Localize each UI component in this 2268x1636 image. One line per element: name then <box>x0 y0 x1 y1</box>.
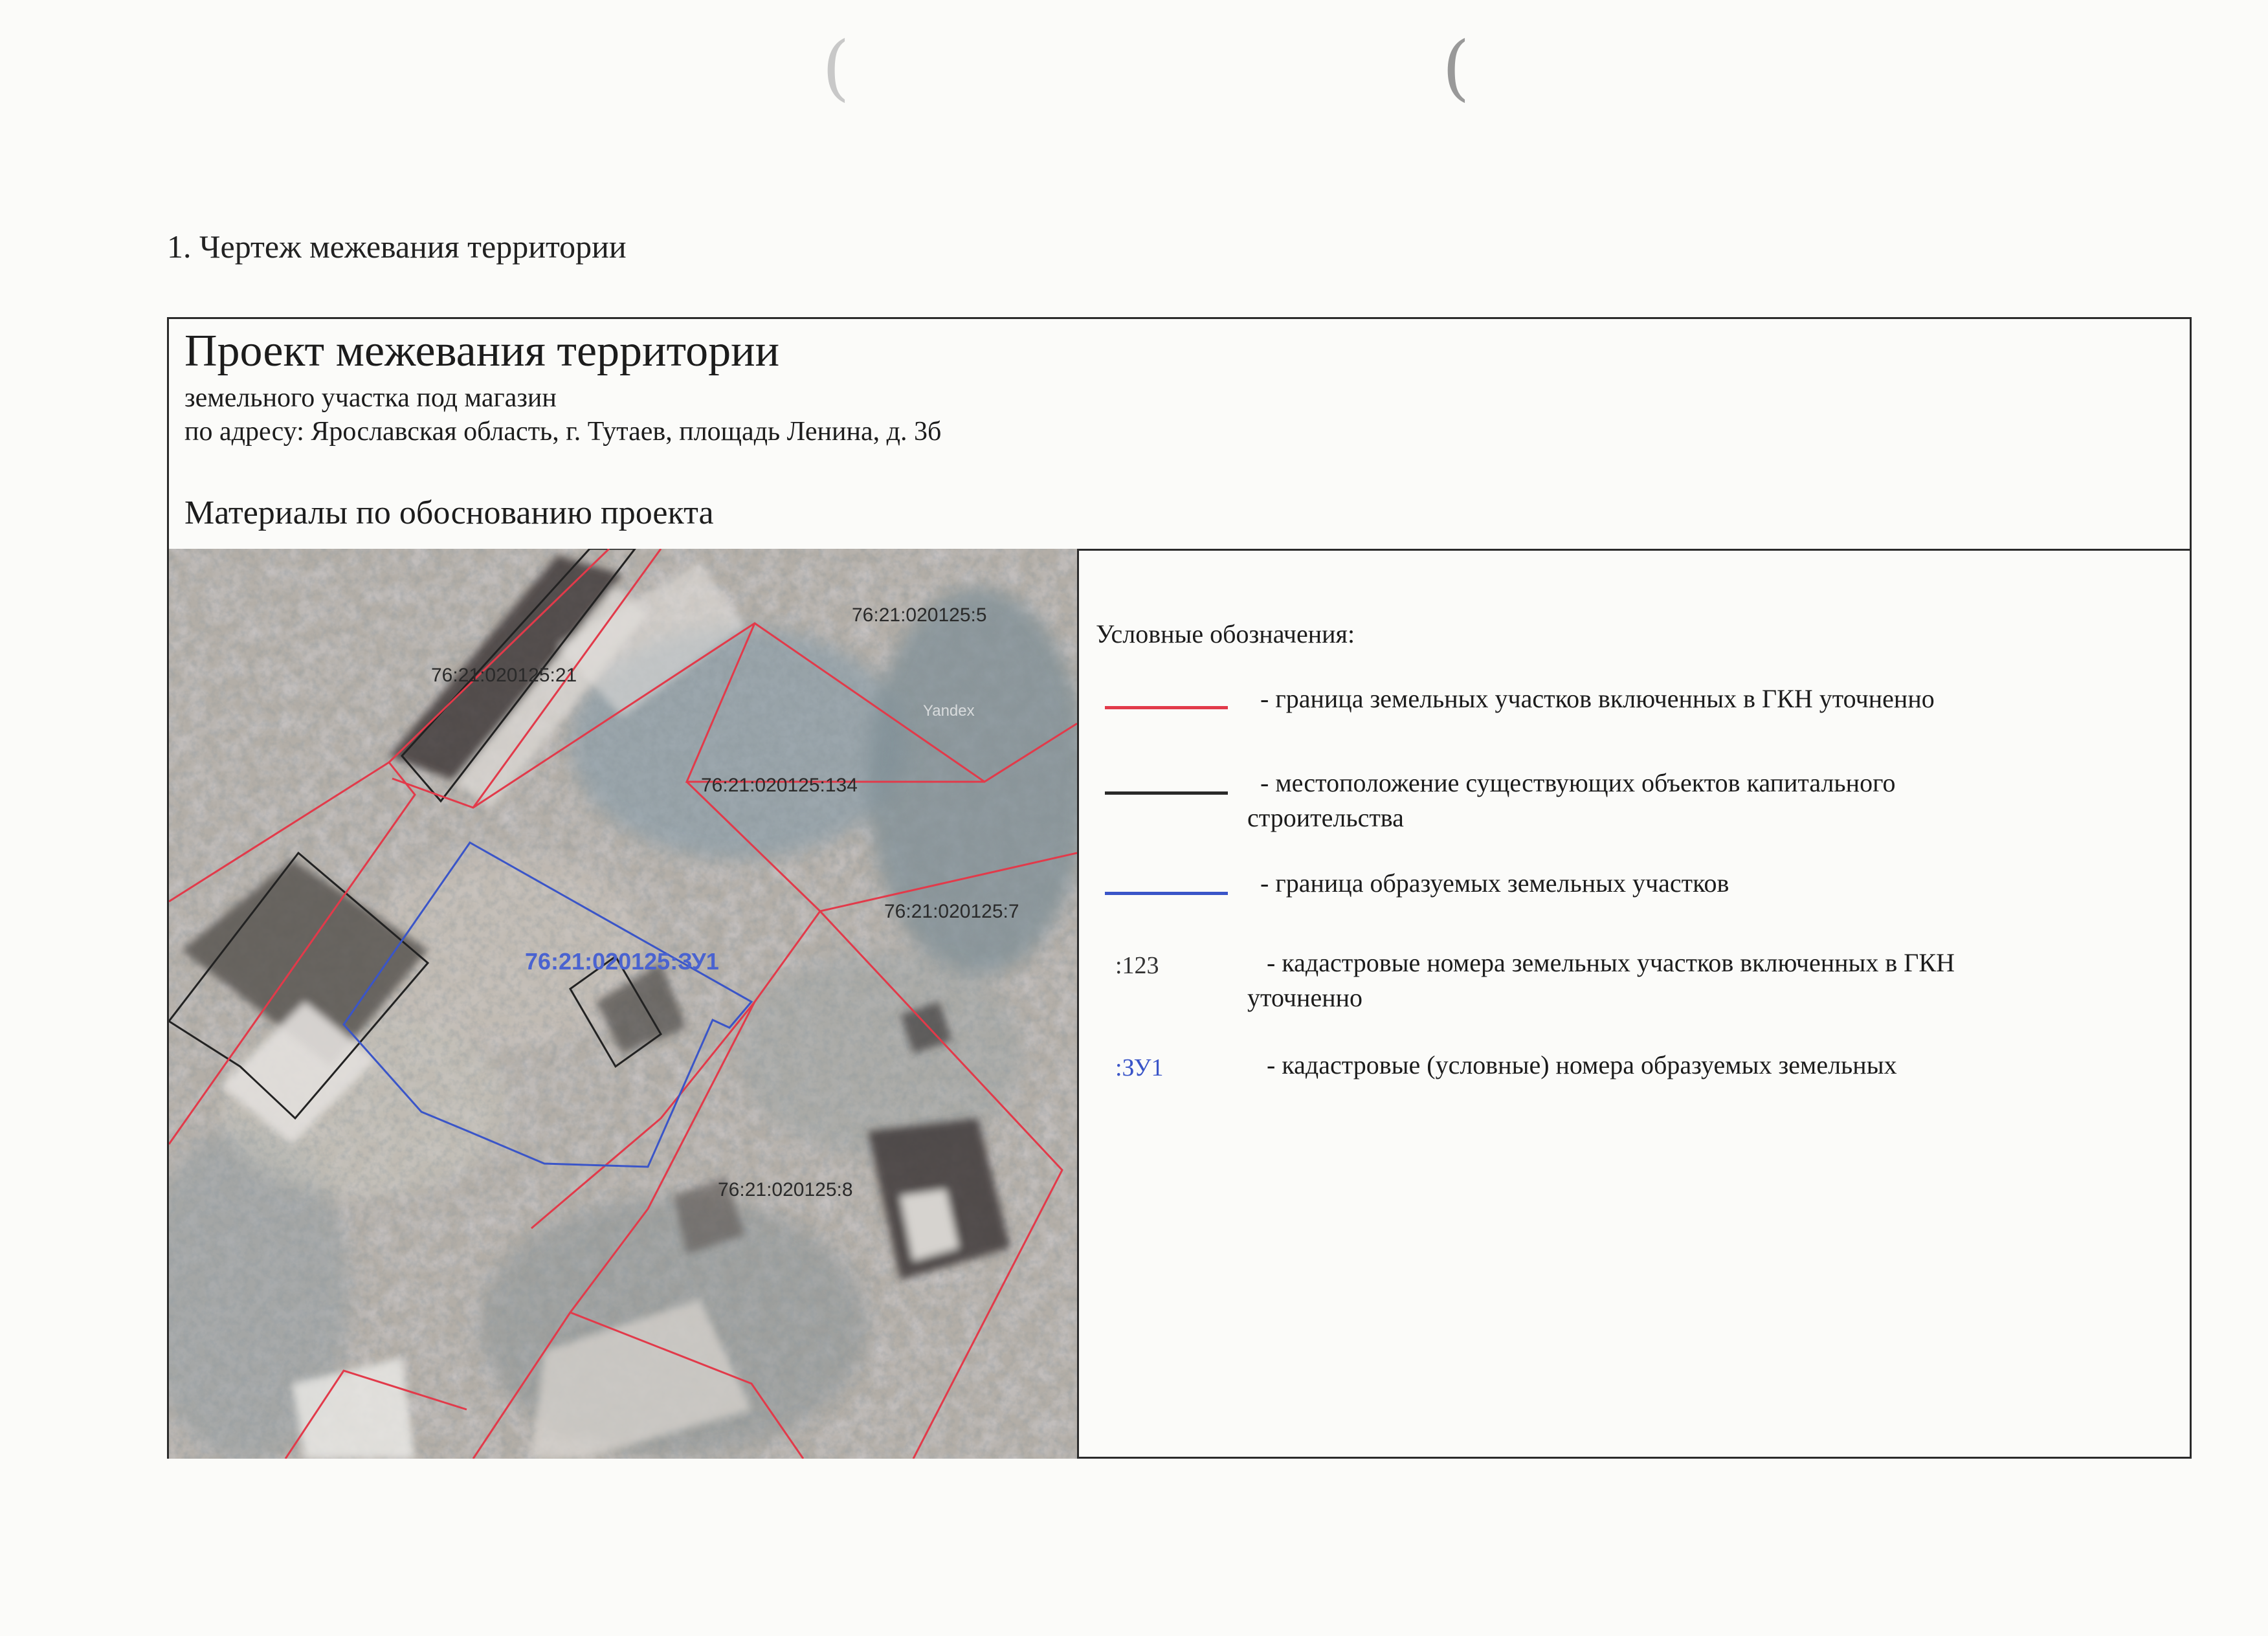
parcel-label: 76:21:020125:7 <box>884 901 1019 922</box>
project-address: по адресу: Ярославская область, г. Тутае… <box>184 417 942 447</box>
title-block: Проект межевания территории земельного у… <box>169 319 2190 551</box>
legend-swatch-black-line <box>1105 791 1228 795</box>
legend-title: Условные обозначения: <box>1096 619 1355 648</box>
legend-swatch-red-line <box>1105 706 1228 709</box>
parcel-label: 76:21:020125:21 <box>431 665 577 686</box>
scan-mark-right: ( <box>1442 26 1470 109</box>
project-title: Проект межевания территории <box>184 326 780 376</box>
map-watermark: Yandex <box>923 702 975 720</box>
parcel-label: 76:21:020125:8 <box>718 1179 853 1200</box>
drawing-frame: Проект межевания территории земельного у… <box>167 317 2192 1459</box>
legend-item-text: - кадастровые номера земельных участков … <box>1247 948 1955 1012</box>
legend-item-text: - местоположение существующих объектов к… <box>1247 768 1896 832</box>
satellite-map: 76:21:020125:21 76:21:020125:5 76:21:020… <box>169 549 1077 1459</box>
map-panel: 76:21:020125:21 76:21:020125:5 76:21:020… <box>169 549 1079 1459</box>
parcel-label: 76:21:020125:134 <box>701 775 858 796</box>
project-subtitle: земельного участка под магазин <box>184 383 557 413</box>
legend-item-text: - граница земельных участков включенных … <box>1260 684 1935 713</box>
new-parcel-label: 76:21:020125:ЗУ1 <box>525 948 719 975</box>
scan-mark-left: ( <box>822 26 850 109</box>
legend-item-text: - граница образуемых земельных участков <box>1260 868 1729 898</box>
legend-code-cadastre: :123 <box>1115 952 1159 979</box>
legend-code-new: :ЗУ1 <box>1115 1054 1164 1081</box>
materials-caption: Материалы по обоснованию проекта <box>184 494 714 531</box>
section-heading: 1. Чертеж межевания территории <box>167 228 627 265</box>
legend-item-text: - кадастровые (условные) номера образуем… <box>1267 1050 1897 1079</box>
parcel-label: 76:21:020125:5 <box>852 604 987 626</box>
legend: Условные обозначения: - граница земельны… <box>1096 549 2190 1457</box>
legend-swatch-blue-line <box>1105 892 1228 895</box>
